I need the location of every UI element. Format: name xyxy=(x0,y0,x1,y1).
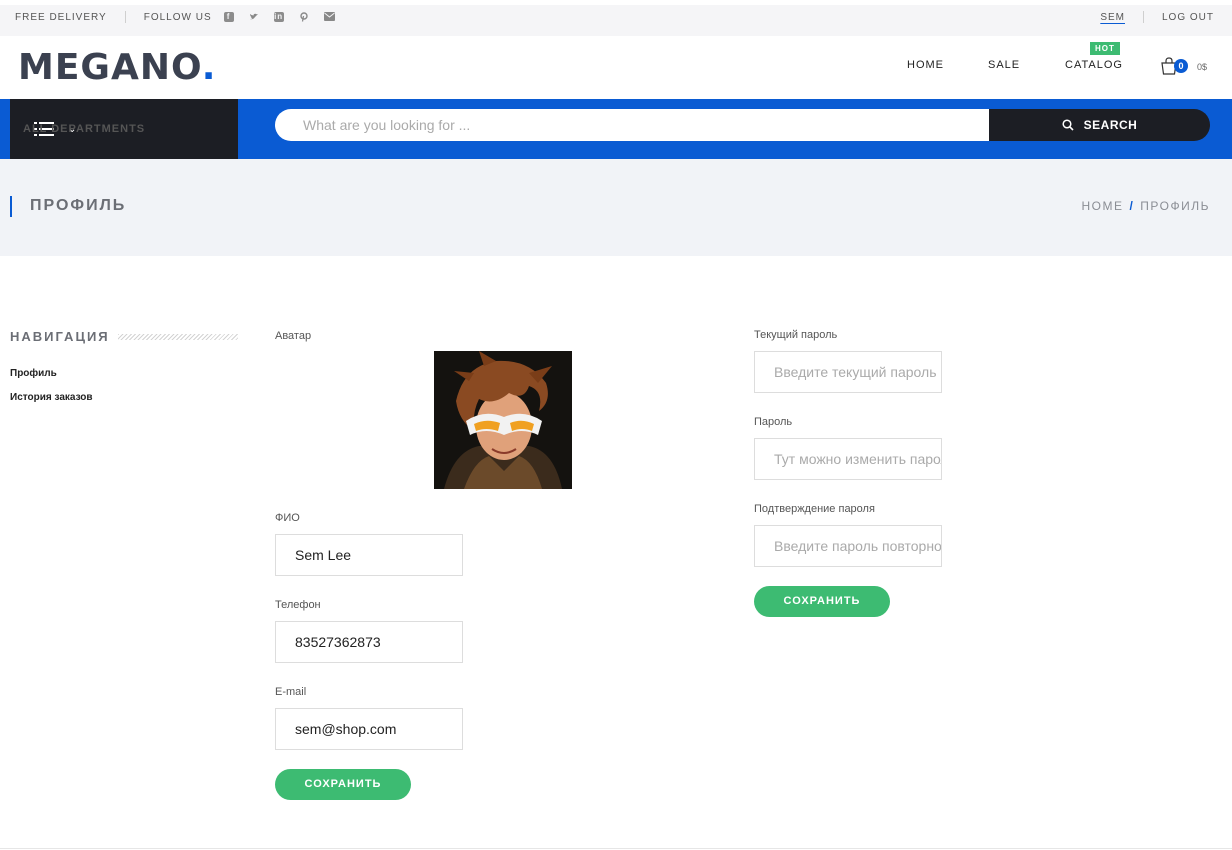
page-title-band: ПРОФИЛЬ HOME / ПРОФИЛЬ xyxy=(0,159,1232,256)
pinterest-icon[interactable] xyxy=(299,12,309,22)
nav-home[interactable]: HOME xyxy=(907,59,944,71)
sidebar-item-profile[interactable]: Профиль xyxy=(10,368,57,379)
sidebar-title: НАВИГАЦИЯ xyxy=(10,329,110,344)
sidebar-item-order-history[interactable]: История заказов xyxy=(10,392,93,403)
logo[interactable]: MEGANO. xyxy=(18,47,216,88)
email-label: E-mail xyxy=(275,686,307,698)
nav-sale[interactable]: SALE xyxy=(988,59,1020,71)
search-button[interactable]: SEARCH xyxy=(989,109,1210,141)
top-bar: FREE DELIVERY FOLLOW US f in SEM LOG OUT xyxy=(0,0,1232,36)
divider xyxy=(1142,11,1144,23)
all-departments-button[interactable]: ALL DEPARTMENTS ⌄ xyxy=(10,99,238,159)
current-password-label: Текущий пароль xyxy=(754,329,838,341)
free-delivery-text: FREE DELIVERY xyxy=(15,11,107,23)
divider xyxy=(124,11,126,23)
top-bar-left: FREE DELIVERY FOLLOW US f in xyxy=(15,11,349,23)
save-password-button[interactable]: СОХРАНИТЬ xyxy=(754,586,890,617)
save-profile-button[interactable]: СОХРАНИТЬ xyxy=(275,769,411,800)
phone-label: Телефон xyxy=(275,599,321,611)
logo-dot: . xyxy=(201,47,217,88)
social-links: f in xyxy=(223,12,349,22)
email-field[interactable] xyxy=(275,708,463,750)
confirm-password-field[interactable] xyxy=(754,525,942,567)
hot-badge: HOT xyxy=(1090,42,1120,55)
avatar-label: Аватар xyxy=(275,330,312,342)
search-input[interactable] xyxy=(275,109,991,141)
header: MEGANO. HOME SALE HOT CATALOG 0 0$ xyxy=(0,36,1232,99)
new-password-label: Пароль xyxy=(754,416,793,428)
confirm-password-label: Подтверждение пароля xyxy=(754,503,875,515)
cart-count-badge: 0 xyxy=(1174,59,1188,73)
name-field[interactable] xyxy=(275,534,463,576)
linkedin-icon[interactable]: in xyxy=(273,12,284,22)
breadcrumb-current: ПРОФИЛЬ xyxy=(1140,199,1210,213)
user-link[interactable]: SEM xyxy=(1100,12,1125,23)
logo-text: MEGANO xyxy=(18,47,202,88)
breadcrumb-separator: / xyxy=(1129,199,1135,213)
cart-total[interactable]: 0$ xyxy=(1197,62,1207,72)
name-label: ФИО xyxy=(275,512,300,524)
new-password-field[interactable] xyxy=(754,438,942,480)
twitter-icon[interactable] xyxy=(249,12,259,22)
follow-us-text: FOLLOW US xyxy=(143,11,212,23)
facebook-icon[interactable]: f xyxy=(223,12,234,22)
phone-field[interactable] xyxy=(275,621,463,663)
search-bar: ALL DEPARTMENTS ⌄ SEARCH xyxy=(0,99,1232,159)
top-bar-right: SEM LOG OUT xyxy=(1100,11,1214,23)
search-icon xyxy=(1062,119,1074,131)
footer-divider xyxy=(0,848,1232,849)
mail-icon[interactable] xyxy=(323,12,335,22)
title-accent-bar xyxy=(10,196,12,217)
breadcrumb: HOME / ПРОФИЛЬ xyxy=(1081,199,1210,213)
breadcrumb-home[interactable]: HOME xyxy=(1081,199,1123,213)
search-button-label: SEARCH xyxy=(1083,118,1138,132)
sidebar-title-decoration xyxy=(118,334,238,340)
avatar[interactable] xyxy=(434,351,572,489)
current-password-field[interactable] xyxy=(754,351,942,393)
logout-link[interactable]: LOG OUT xyxy=(1162,12,1214,23)
page-title: ПРОФИЛЬ xyxy=(30,197,127,214)
all-departments-label: ALL DEPARTMENTS xyxy=(23,123,146,135)
nav-catalog[interactable]: CATALOG xyxy=(1065,59,1123,71)
